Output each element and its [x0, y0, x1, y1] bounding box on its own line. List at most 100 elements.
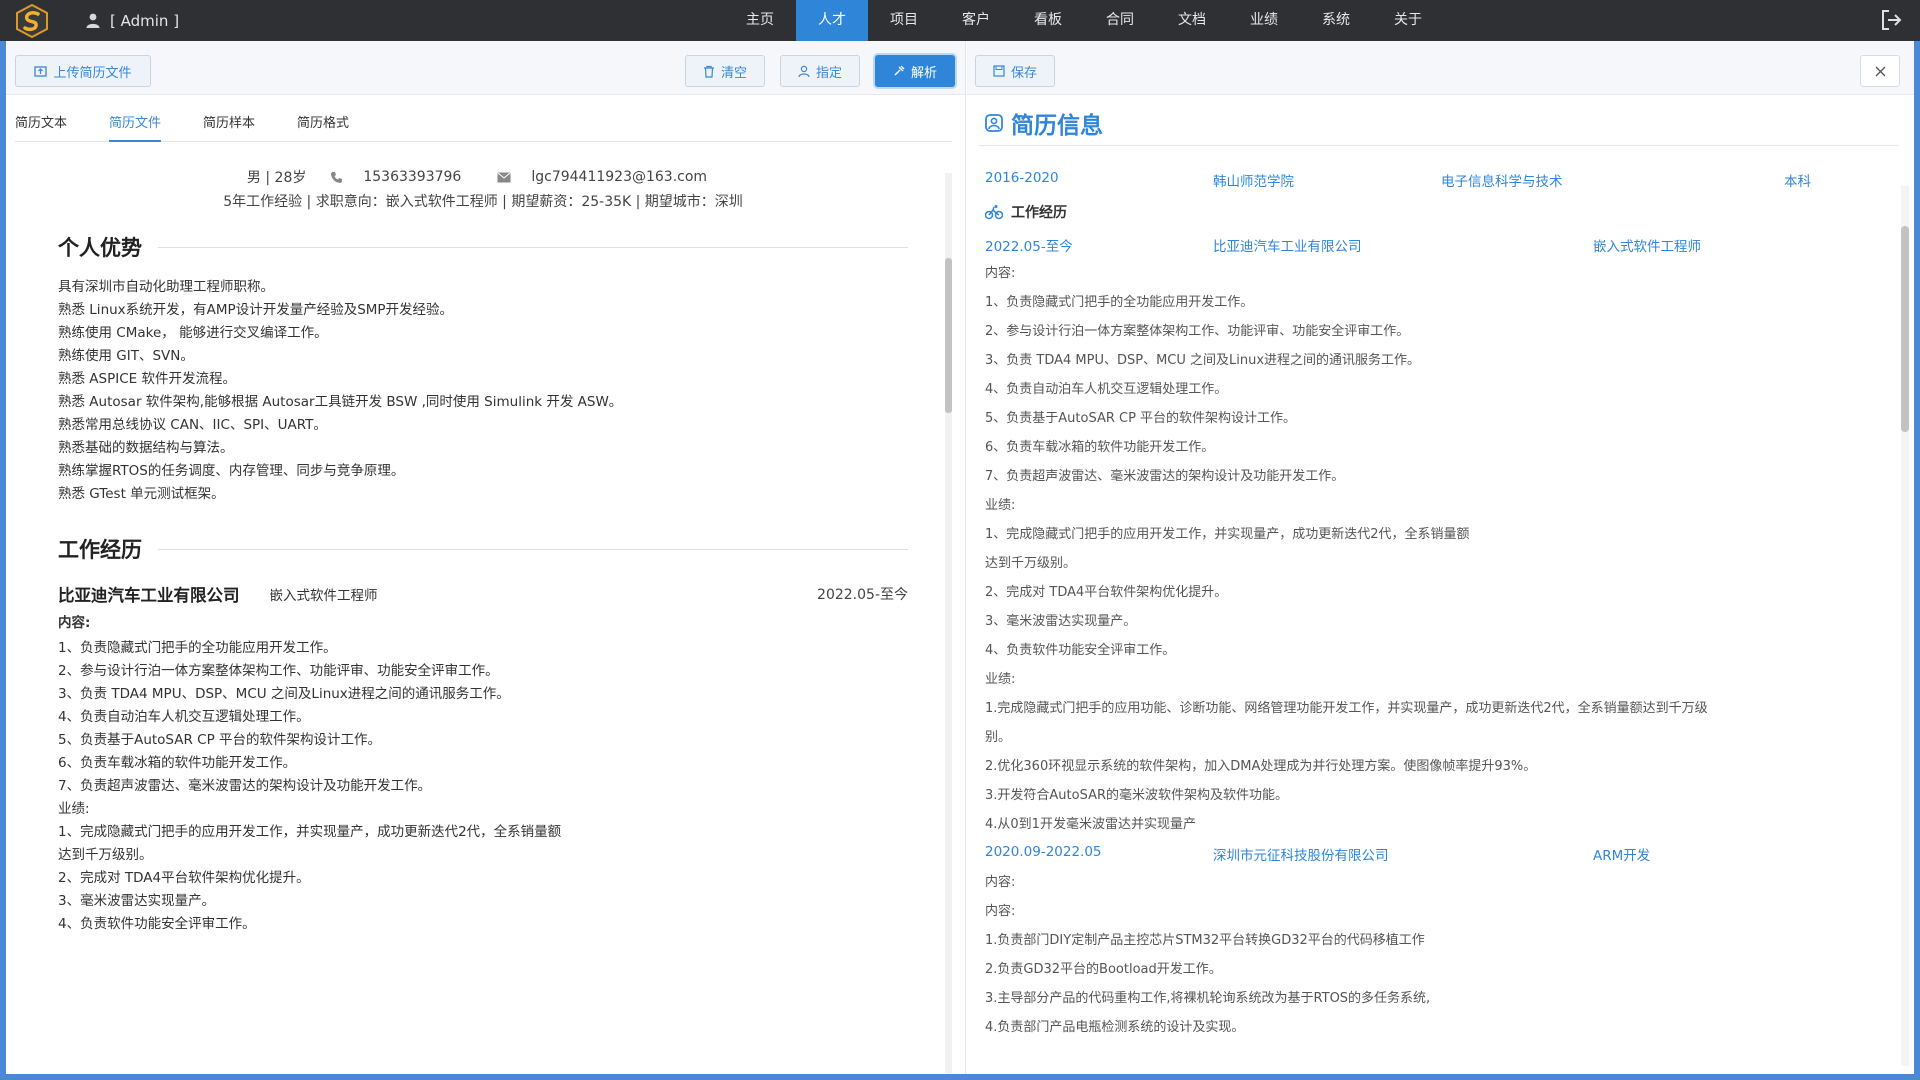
advantage-item: 熟悉基础的数据结构与算法。 — [58, 440, 234, 456]
job1-line: 3、负责 TDA4 MPU、DSP、MCU 之间及Linux进程之间的通讯服务工… — [985, 353, 1421, 368]
main-nav: 主页 人才 项目 客户 看板 合同 文档 业绩 系统 关于 — [724, 0, 1444, 41]
edu-period[interactable]: 2016-2020 — [985, 170, 1059, 186]
nav-performance[interactable]: 业绩 — [1228, 0, 1300, 41]
user-icon — [86, 13, 100, 28]
job1-line: 1、负责隐藏式门把手的全功能应用开发工作。 — [985, 295, 1254, 310]
section-work-title: 工作经历 — [58, 520, 908, 578]
title-divider — [979, 145, 1899, 146]
job1-line: 内容: — [985, 266, 1016, 281]
job-date: 2022.05-至今 — [817, 587, 908, 603]
job1-line: 7、负责超声波雷达、毫米波雷达的架构设计及功能开发工作。 — [985, 469, 1345, 484]
content-label: 内容: — [58, 615, 91, 631]
job1-line: 别。 — [985, 730, 1012, 745]
achievement-item: 3、毫米波雷达实现量产。 — [58, 893, 216, 909]
nav-about[interactable]: 关于 — [1372, 0, 1444, 41]
job2-role[interactable]: ARM开发 — [1593, 844, 1650, 864]
trash-icon — [703, 65, 714, 78]
resume-source-panel: 上传简历文件 清空 指定 解析 简历文本 简历文件 简历样本 简历格式 男 | — [6, 41, 966, 1074]
logout-icon[interactable] — [1880, 9, 1902, 31]
tab-resume-format[interactable]: 简历格式 — [297, 114, 349, 142]
clear-label: 清空 — [720, 65, 747, 81]
job2-row: 2020.09-2022.05 深圳市元征科技股份有限公司 ARM开发 — [985, 839, 1865, 868]
nav-dashboard[interactable]: 看板 — [1012, 0, 1084, 41]
nav-document[interactable]: 文档 — [1156, 0, 1228, 41]
job2-description: 内容: 内容: 1.负责部门DIY定制产品主控芯片STM32平台转换GD32平台的代… — [985, 868, 1865, 1042]
resume-document: 男 | 28岁 15363393796 lgc794411923@163.com… — [58, 164, 908, 1074]
nav-contract[interactable]: 合同 — [1084, 0, 1156, 41]
job1-line: 业绩: — [985, 672, 1016, 687]
parse-label: 解析 — [910, 65, 937, 81]
email-address: lgc794411923@163.com — [531, 169, 708, 185]
content-item: 1、负责隐藏式门把手的全功能应用开发工作。 — [58, 640, 337, 656]
content-item: 2、参与设计行泊一体方案整体架构工作、功能评审、功能安全评审工作。 — [58, 663, 499, 679]
job2-period[interactable]: 2020.09-2022.05 — [985, 844, 1102, 860]
advantage-item: 熟悉 ASPICE 软件开发流程。 — [58, 371, 236, 387]
job1-company[interactable]: 比亚迪汽车工业有限公司 — [1213, 235, 1362, 255]
nav-customer[interactable]: 客户 — [940, 0, 1012, 41]
close-button[interactable] — [1860, 55, 1900, 87]
parse-icon — [894, 65, 905, 76]
nav-project[interactable]: 项目 — [868, 0, 940, 41]
tab-resume-sample[interactable]: 简历样本 — [203, 114, 255, 142]
nav-home[interactable]: 主页 — [724, 0, 796, 41]
resume-info-body: 2016-2020 韩山师范学院 电子信息科学与技术 本科 工作经历 2022.… — [985, 165, 1865, 1074]
job1-row: 2022.05-至今 比亚迪汽车工业有限公司 嵌入式软件工程师 — [985, 230, 1865, 259]
assign-label: 指定 — [815, 65, 842, 81]
save-button[interactable]: 保存 — [975, 55, 1055, 87]
job1-line: 6、负责车载冰箱的软件功能开发工作。 — [985, 440, 1215, 455]
nav-talent[interactable]: 人才 — [796, 0, 868, 41]
achievement-item: 达到千万级别。 — [58, 847, 153, 863]
left-scrollbar[interactable] — [945, 173, 952, 1073]
job-intent: 5年工作经验 | 求职意向：嵌入式软件工程师 | 期望薪资：25-35K | 期… — [223, 194, 743, 210]
advantage-item: 具有深圳市自动化助理工程师职称。 — [58, 279, 274, 295]
job1-role[interactable]: 嵌入式软件工程师 — [1593, 235, 1701, 255]
phone-item: 15363393796 — [330, 169, 473, 185]
job2-line: 内容: — [985, 904, 1016, 919]
phone-number: 15363393796 — [363, 169, 462, 185]
upload-resume-label: 上传简历文件 — [53, 65, 132, 81]
upload-resume-button[interactable]: 上传简历文件 — [15, 55, 151, 87]
user-name: [ Admin ] — [110, 11, 180, 30]
job1-line: 1.完成隐藏式门把手的应用功能、诊断功能、网络管理功能开发工作，并实现量产，成功… — [985, 701, 1708, 716]
tab-resume-file[interactable]: 简历文件 — [109, 114, 162, 142]
app-logo-icon[interactable] — [14, 3, 50, 39]
job1-period[interactable]: 2022.05-至今 — [985, 235, 1073, 255]
advantage-item: 熟练使用 CMake， 能够进行交叉编译工作。 — [58, 325, 328, 341]
edu-degree[interactable]: 本科 — [1784, 170, 1811, 190]
advantage-item: 熟悉常用总线协议 CAN、IIC、SPI、UART。 — [58, 417, 327, 433]
phone-icon — [331, 171, 343, 183]
right-scrollbar-thumb[interactable] — [1901, 226, 1909, 432]
user-info[interactable]: [ Admin ] — [86, 0, 179, 41]
job2-company[interactable]: 深圳市元征科技股份有限公司 — [1213, 844, 1389, 864]
achievement-item: 2、完成对 TDA4平台软件架构优化提升。 — [58, 870, 310, 886]
advantage-list: 具有深圳市自动化助理工程师职称。熟悉 Linux系统开发，有AMP设计开发量产经… — [58, 276, 908, 506]
right-scrollbar[interactable] — [1901, 186, 1909, 1066]
assign-button[interactable]: 指定 — [780, 55, 860, 87]
resume-info-title-text: 简历信息 — [1011, 113, 1103, 139]
clear-button[interactable]: 清空 — [685, 55, 765, 87]
job1-line: 5、负责基于AutoSAR CP 平台的软件架构设计工作。 — [985, 411, 1297, 426]
bicycle-icon — [985, 205, 1003, 220]
advantage-item: 熟悉 Autosar 软件架构,能够根据 Autosar工具链开发 BSW ,同… — [58, 394, 623, 410]
nav-system[interactable]: 系统 — [1300, 0, 1372, 41]
advantage-item: 熟练掌握RTOS的任务调度、内存管理、同步与竞争原理。 — [58, 463, 405, 479]
edu-school[interactable]: 韩山师范学院 — [1213, 170, 1294, 190]
resume-info-title: 简历信息 — [985, 103, 1103, 143]
contact-line: 男 | 28岁 15363393796 lgc794411923@163.com — [58, 164, 908, 190]
resume-info-panel: 保存 简历信息 2016-2020 韩山师范学院 电子信息科学与技术 本科 工作… — [967, 41, 1914, 1074]
left-toolbar: 上传简历文件 清空 指定 解析 — [6, 41, 965, 95]
job1-line: 2、参与设计行泊一体方案整体架构工作、功能评审、功能安全评审工作。 — [985, 324, 1410, 339]
achievement-item: 4、负责软件功能安全评审工作。 — [58, 916, 256, 932]
work-title-text: 工作经历 — [58, 538, 142, 562]
job-header: 比亚迪汽车工业有限公司 嵌入式软件工程师 2022.05-至今 — [58, 578, 908, 610]
content-list: 1、负责隐藏式门把手的全功能应用开发工作。 2、参与设计行泊一体方案整体架构工作、… — [58, 637, 908, 798]
job1-line: 2、完成对 TDA4平台软件架构优化提升。 — [985, 585, 1228, 600]
section-advantage-title: 个人优势 — [58, 218, 908, 276]
tab-resume-text[interactable]: 简历文本 — [15, 114, 67, 142]
edu-major[interactable]: 电子信息科学与技术 — [1441, 170, 1563, 190]
content-item: 4、负责自动泊车人机交互逻辑处理工作。 — [58, 709, 310, 725]
advantage-item: 熟悉 Linux系统开发，有AMP设计开发量产经验及SMP开发经验。 — [58, 302, 454, 318]
parse-button[interactable]: 解析 — [875, 55, 955, 87]
work-experience-label: 工作经历 — [1011, 205, 1067, 221]
left-scrollbar-thumb[interactable] — [945, 258, 952, 413]
